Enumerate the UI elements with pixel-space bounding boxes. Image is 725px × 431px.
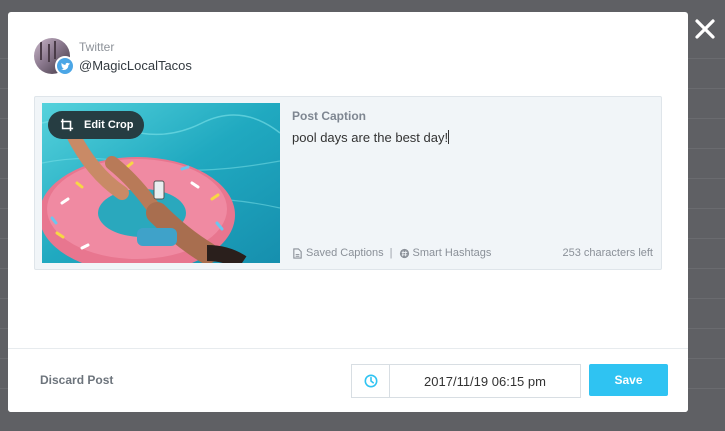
account-network: Twitter <box>79 40 115 54</box>
caption-textarea[interactable]: pool days are the best day! <box>292 130 652 240</box>
crop-icon <box>60 118 74 132</box>
twitter-badge <box>55 56 75 76</box>
clock-button[interactable] <box>352 365 390 397</box>
text-cursor <box>448 130 450 144</box>
account-handle: @MagicLocalTacos <box>79 58 192 73</box>
save-button[interactable]: Save <box>589 364 668 396</box>
post-editor-modal: Twitter @MagicLocalTacos Edit Crop Post … <box>8 12 688 412</box>
saved-captions-button[interactable]: Saved Captions <box>292 247 384 259</box>
caption-label: Post Caption <box>292 109 366 123</box>
caption-value: pool days are the best day! <box>292 130 449 145</box>
close-icon <box>695 19 715 39</box>
schedule-datetime <box>351 364 581 398</box>
document-icon <box>293 247 302 259</box>
smart-hashtags-button[interactable]: Smart Hashtags <box>399 247 492 259</box>
edit-crop-button[interactable]: Edit Crop <box>48 111 144 139</box>
discard-post-button[interactable]: Discard Post <box>40 373 113 387</box>
clock-icon <box>364 374 377 388</box>
post-image[interactable]: Edit Crop <box>42 103 280 263</box>
close-modal-button[interactable] <box>690 14 720 44</box>
smart-hashtags-label: Smart Hashtags <box>412 247 492 259</box>
post-card: Edit Crop Post Caption pool days are the… <box>34 96 662 270</box>
saved-captions-label: Saved Captions <box>306 247 384 259</box>
caption-tools: Saved Captions | Smart Hashtags <box>292 247 491 259</box>
datetime-input[interactable] <box>390 365 580 397</box>
modal-footer: Discard Post Save <box>8 348 688 412</box>
twitter-icon <box>60 62 70 70</box>
characters-left: 253 characters left <box>562 247 654 259</box>
hashtag-icon <box>399 248 409 258</box>
edit-crop-label: Edit Crop <box>84 119 134 131</box>
tool-separator: | <box>389 247 393 259</box>
